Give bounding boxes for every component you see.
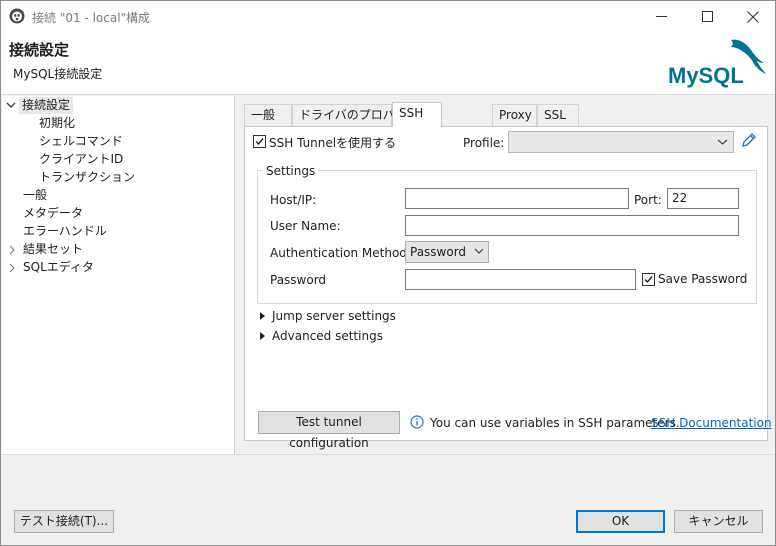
test-tunnel-button[interactable]: Test tunnel configuration [258, 411, 400, 450]
user-name-label: User Name: [270, 219, 341, 233]
maximize-icon [701, 11, 713, 22]
use-ssh-tunnel-label: SSH Tunnelを使用する [269, 136, 397, 150]
jump-server-settings-label: Jump server settings [272, 309, 396, 323]
ssh-tab-panel: SSH Tunnelを使用する Profile: Settings Host/I… [244, 126, 772, 450]
tree-collapsed-chevron-icon[interactable] [7, 241, 17, 258]
auth-method-select[interactable]: Password [405, 241, 489, 263]
dialog-header: 接続設定 MySQL接続設定 MySQL [1, 32, 775, 95]
host-input[interactable] [405, 188, 629, 209]
edit-profile-pencil-icon[interactable] [741, 132, 757, 151]
chevron-down-icon [474, 248, 484, 254]
window-title: 接続 "01 - local"構成 [32, 11, 151, 25]
tab-driver-properties[interactable]: ドライバのプロパティ [292, 104, 418, 126]
advanced-settings-expander[interactable]: Advanced settings [260, 329, 383, 343]
mysql-logo-text: MySQL [668, 63, 744, 88]
password-input[interactable] [405, 269, 636, 290]
tree-item-error-handle[interactable]: エラーハンドル [23, 223, 107, 240]
tree-collapsed-chevron-icon[interactable] [7, 259, 17, 276]
tree-item-connection-settings[interactable]: 接続設定 [19, 97, 74, 114]
use-ssh-tunnel-checkbox[interactable] [253, 135, 266, 148]
tree-item-result-sets[interactable]: 結果セット [23, 241, 83, 258]
settings-pane: 一般 ドライバのプロパティ Proxy SSL SSH Tunnelを使用する … [236, 96, 775, 454]
user-name-input[interactable] [405, 215, 739, 236]
settings-tree: 接続設定 初期化 シェルコマンド クライアントID トランザクション 一般 メタ… [2, 96, 235, 454]
settings-legend: Settings [263, 164, 319, 178]
minimize-icon [655, 16, 667, 17]
cancel-button[interactable]: キャンセル [674, 510, 763, 533]
expand-triangle-icon [260, 332, 265, 340]
title-bar: 接続 "01 - local"構成 [1, 1, 775, 32]
save-password-label: Save Password [658, 272, 748, 286]
ok-button[interactable]: OK [576, 510, 665, 533]
page-title: 接続設定 [9, 41, 70, 59]
tab-ssl[interactable]: SSL [537, 104, 579, 126]
dialog-footer: テスト接続(T)... OK キャンセル [1, 454, 775, 545]
profile-label: Profile: [463, 136, 505, 150]
profile-select[interactable] [508, 131, 734, 153]
password-label: Password [270, 273, 327, 287]
host-label: Host/IP: [270, 193, 317, 207]
close-icon [747, 10, 759, 23]
tree-item-shell-commands[interactable]: シェルコマンド [39, 133, 123, 150]
expand-triangle-icon [260, 312, 265, 320]
tree-expanded-chevron-icon[interactable] [6, 97, 16, 114]
tree-item-transactions[interactable]: トランザクション [39, 169, 135, 186]
chevron-down-icon [717, 139, 728, 145]
tree-item-sql-editor[interactable]: SQLエディタ [23, 259, 94, 276]
tree-item-metadata[interactable]: メタデータ [23, 205, 83, 222]
auth-method-value: Password [410, 245, 467, 259]
close-button[interactable] [730, 1, 776, 32]
tab-general[interactable]: 一般 [244, 104, 292, 126]
dbeaver-app-icon [9, 8, 25, 24]
auth-method-label: Authentication Method: [270, 246, 411, 260]
save-password-checkbox[interactable] [642, 273, 655, 286]
maximize-button[interactable] [684, 1, 730, 32]
test-connection-button[interactable]: テスト接続(T)... [14, 510, 114, 533]
checkmark-icon [255, 138, 264, 146]
ssh-variables-info-text: You can use variables in SSH parameters. [430, 416, 680, 430]
mysql-logo: MySQL [668, 39, 766, 88]
tree-item-initialization[interactable]: 初期化 [39, 115, 75, 132]
checkmark-icon [644, 276, 653, 284]
tab-proxy[interactable]: Proxy [492, 104, 537, 126]
port-input[interactable]: 22 [667, 188, 739, 209]
minimize-button[interactable] [638, 1, 684, 32]
tab-ssh[interactable]: SSH [392, 102, 442, 127]
info-icon [410, 415, 424, 432]
tree-item-general[interactable]: 一般 [23, 187, 47, 204]
page-subtitle: MySQL接続設定 [13, 67, 103, 81]
tree-item-client-id[interactable]: クライアントID [39, 151, 123, 168]
advanced-settings-label: Advanced settings [272, 329, 383, 343]
ssh-documentation-link[interactable]: SSH Documentation [651, 416, 772, 430]
dialog-window: 接続 "01 - local"構成 接続設定 MySQL接続設定 MySQL 接… [0, 0, 776, 546]
jump-server-settings-expander[interactable]: Jump server settings [260, 309, 396, 323]
port-label: Port: [634, 193, 662, 207]
